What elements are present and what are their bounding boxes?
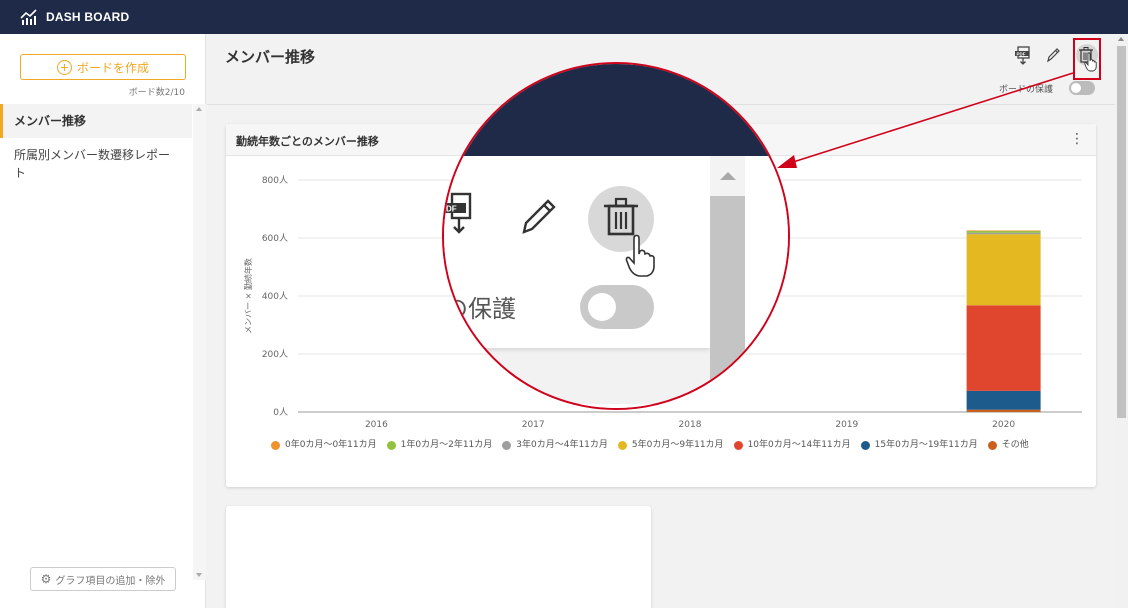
- sidebar-scrollbar[interactable]: [193, 104, 206, 580]
- legend-label: 15年0カ月〜19年11カ月: [874, 440, 978, 450]
- dashboard-logo-icon: [20, 9, 37, 25]
- create-board-label: ボードを作成: [76, 60, 149, 75]
- zoom-scrollbar: [710, 156, 745, 408]
- bar-segment: [966, 234, 1041, 306]
- zoom-hand-cursor-icon: [625, 234, 655, 277]
- zoom-callout: DF の保護: [442, 62, 790, 410]
- zoom-scroll-up-icon: [720, 172, 736, 180]
- legend-label: 1年0カ月〜2年11カ月: [400, 440, 493, 450]
- bar-segment: [966, 305, 1041, 391]
- zoom-trash-icon: [604, 197, 638, 236]
- app-title: DASH BOARD: [46, 10, 130, 24]
- legend-label: 3年0カ月〜4年11カ月: [516, 440, 608, 450]
- sidebar-item-label: 所属別メンバー数遷移レポート: [14, 148, 171, 180]
- board-protect-toggle[interactable]: [1069, 81, 1095, 95]
- legend-item[interactable]: 1年0カ月〜2年11カ月: [386, 437, 493, 453]
- create-board-button[interactable]: ボードを作成: [20, 54, 186, 80]
- x-tick-label: 2018: [679, 420, 702, 430]
- legend-label: その他: [1001, 440, 1029, 450]
- graph-items-label: グラフ項目の追加・除外: [55, 575, 166, 587]
- legend-dot: [386, 440, 396, 450]
- sidebar-item-dept-report[interactable]: 所属別メンバー数遷移レポート: [0, 138, 192, 190]
- y-tick-label: 0人: [273, 407, 288, 418]
- legend-item[interactable]: その他: [987, 437, 1029, 453]
- bar-segment: [966, 409, 1041, 412]
- y-tick-label: 800人: [262, 175, 288, 186]
- x-tick-label: 2020: [992, 420, 1015, 430]
- scroll-up-arrow-icon[interactable]: [1118, 37, 1124, 41]
- zoom-protect-label: の保護: [444, 295, 516, 323]
- sidebar-item-label: メンバー推移: [14, 114, 87, 128]
- scrollbar-thumb[interactable]: [1117, 46, 1126, 418]
- legend-dot: [502, 440, 512, 450]
- plus-circle-icon: [56, 59, 72, 75]
- svg-text:PDF: PDF: [1017, 51, 1026, 56]
- bar-segment: [966, 231, 1041, 233]
- legend-item[interactable]: 15年0カ月〜19年11カ月: [860, 437, 978, 453]
- x-tick-label: 2016: [365, 420, 388, 430]
- graph-items-button[interactable]: ⚙ グラフ項目の追加・除外: [30, 567, 176, 591]
- bar-segment: [966, 230, 1041, 232]
- sidebar: ボードを作成 ボード数2/10 メンバー推移 所属別メンバー数遷移レポート ⚙ …: [0, 34, 206, 608]
- bar-segment: [966, 390, 1041, 410]
- pencil-icon[interactable]: [1045, 46, 1061, 64]
- main-scrollbar[interactable]: [1115, 34, 1128, 608]
- bar-segment: [966, 232, 1041, 235]
- scroll-up-arrow-icon[interactable]: [196, 107, 202, 111]
- zoom-pdf-download-icon: DF: [444, 192, 472, 234]
- legend-dot: [617, 440, 627, 450]
- y-axis-label: メンバー × 勤続年数: [243, 258, 253, 334]
- legend-item[interactable]: 3年0カ月〜4年11カ月: [502, 437, 608, 453]
- legend-label: 5年0カ月〜9年11カ月: [631, 440, 724, 450]
- board-list: メンバー推移 所属別メンバー数遷移レポート: [0, 104, 192, 580]
- svg-text:DF: DF: [446, 205, 457, 214]
- legend-label: 10年0カ月〜14年11カ月: [747, 440, 851, 450]
- zoom-page-strip: [745, 156, 788, 408]
- top-bar: DASH BOARD: [0, 0, 1128, 34]
- legend-item[interactable]: 10年0カ月〜14年11カ月: [733, 437, 851, 453]
- zoom-protect-toggle: [580, 285, 654, 329]
- legend-label: 0年0カ月〜0年11カ月: [285, 440, 377, 450]
- legend-dot: [987, 440, 997, 450]
- gear-icon: ⚙: [40, 572, 52, 586]
- hand-cursor-icon: [1084, 52, 1097, 72]
- legend-dot: [733, 440, 743, 450]
- legend-dot: [860, 440, 870, 450]
- second-chart-card: [226, 506, 651, 608]
- legend-item[interactable]: 5年0カ月〜9年11カ月: [617, 437, 724, 453]
- zoom-topbar: [444, 64, 788, 156]
- page-title: メンバー推移: [225, 48, 316, 66]
- board-count: ボード数2/10: [128, 88, 185, 98]
- board-protect-label: ボードの保護: [999, 85, 1054, 95]
- y-tick-label: 200人: [262, 349, 288, 360]
- x-tick-label: 2017: [522, 420, 545, 430]
- legend-dot: [271, 440, 280, 450]
- sidebar-item-member-trend[interactable]: メンバー推移: [0, 104, 192, 138]
- zoom-pencil-icon: [522, 199, 556, 234]
- chart-legend: 0年0カ月〜0年11カ月 1年0カ月〜2年11カ月 3年0カ月〜4年11カ月 5年0カ…: [271, 437, 1091, 456]
- scroll-down-arrow-icon[interactable]: [196, 573, 202, 577]
- pdf-download-icon[interactable]: PDF: [1015, 46, 1033, 66]
- y-tick-label: 400人: [262, 291, 288, 302]
- x-tick-label: 2019: [835, 420, 858, 430]
- legend-item[interactable]: 0年0カ月〜0年11カ月: [271, 437, 377, 453]
- y-tick-label: 600人: [262, 233, 288, 244]
